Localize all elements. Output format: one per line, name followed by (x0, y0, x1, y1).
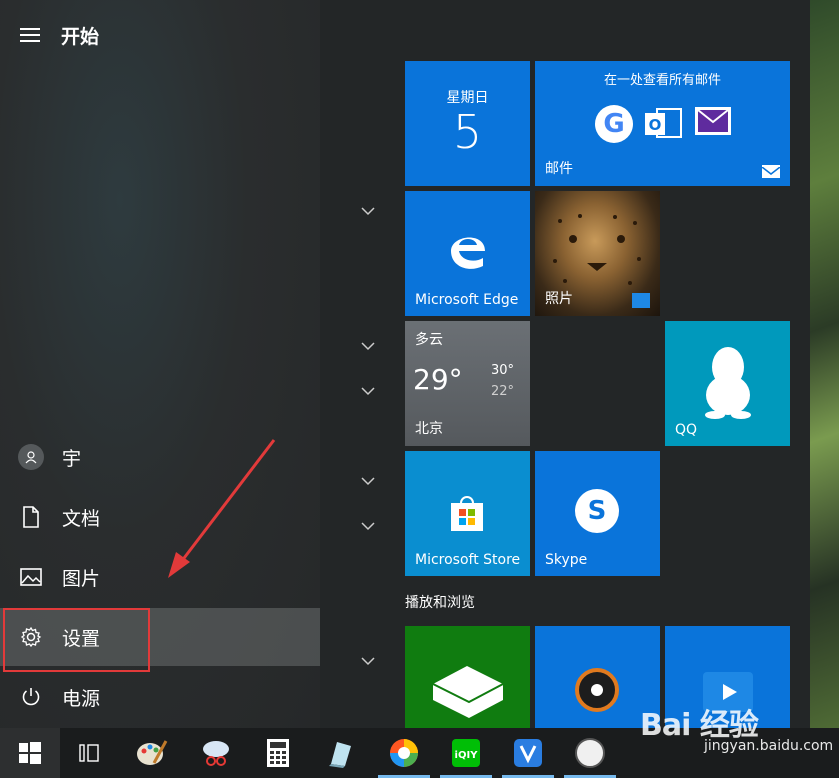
windows-logo-icon (19, 742, 41, 764)
yahoo-mail-icon (695, 107, 731, 135)
document-icon (0, 506, 62, 528)
tile-microsoft-edge[interactable]: Microsoft Edge (405, 191, 530, 316)
envelope-icon (761, 165, 781, 178)
weather-low: 22° (491, 384, 515, 399)
chevron-down-icon[interactable] (360, 206, 376, 216)
rail-item-pictures[interactable]: 图片 (0, 548, 320, 606)
svg-text:iQIY: iQIY (455, 750, 479, 761)
chevron-down-icon[interactable] (360, 521, 376, 531)
rail-item-label: 设置 (62, 627, 101, 650)
calendar-day: 5 (452, 105, 483, 159)
tile-label: Skype (545, 552, 588, 568)
chevron-down-icon[interactable] (360, 476, 376, 486)
store-bag-icon (447, 493, 487, 533)
movies-icon (703, 672, 753, 712)
tile-label: Microsoft Edge (415, 292, 519, 308)
rail-item-settings[interactable]: 设置 (0, 608, 320, 666)
svg-text:O: O (649, 116, 662, 134)
rail-item-power[interactable]: 电源 (0, 668, 320, 726)
gear-icon (0, 626, 62, 648)
tile-label: Microsoft Store (415, 552, 521, 568)
start-title: 开始 (61, 26, 100, 48)
paint-palette-icon (137, 740, 168, 765)
rail-item-user[interactable]: 宇 (0, 428, 320, 486)
tiles-area: 星期日 5 在一处查看所有邮件 G O 邮件 Microsoft Edge 照片 (320, 0, 810, 728)
tile-calendar[interactable]: 星期日 5 (405, 61, 530, 186)
desktop-wallpaper (810, 0, 839, 728)
hamburger-menu-icon[interactable] (20, 28, 40, 42)
notepad-icon (329, 742, 351, 768)
tile-label: 照片 (545, 291, 573, 307)
rail-item-label: 宇 (62, 447, 82, 470)
weather-high: 30° (491, 363, 515, 378)
taskbar-snipping[interactable] (186, 728, 246, 778)
taskbar-notepad[interactable] (310, 728, 370, 778)
iqiyi-icon: iQIY (452, 739, 480, 767)
tile-qq[interactable]: QQ (665, 321, 790, 446)
tile-movies-tv[interactable] (665, 626, 790, 728)
calendar-weekday: 星期日 (446, 90, 489, 106)
weather-condition: 多云 (415, 332, 443, 348)
tile-weather[interactable]: 多云 29° 30° 22° 北京 (405, 321, 530, 446)
tile-microsoft-store[interactable]: Microsoft Store (405, 451, 530, 576)
rail-item-label: 文档 (62, 507, 101, 530)
calculator-icon (267, 739, 289, 767)
tile-photos[interactable]: 照片 (535, 191, 660, 316)
edge-icon (445, 225, 491, 271)
mail-header: 在一处查看所有邮件 (603, 73, 721, 88)
taskbar: iQIY (0, 728, 839, 778)
snipping-tool-icon (203, 741, 229, 766)
user-avatar-icon (18, 444, 44, 470)
power-icon (0, 686, 62, 708)
windows-start-button[interactable] (0, 728, 60, 778)
rail-item-label: 电源 (62, 687, 101, 710)
vpn-v-icon (514, 739, 542, 767)
taskbar-iqiyi[interactable]: iQIY (436, 728, 496, 778)
tile-groove-music[interactable] (535, 626, 660, 728)
photos-small-icon (632, 293, 650, 308)
rail-item-documents[interactable]: 文档 (0, 488, 320, 546)
taskbar-photo-app[interactable] (374, 728, 434, 778)
xbox-console-icon (432, 666, 504, 718)
anime-avatar-icon (575, 738, 605, 768)
colorful-swirl-icon (390, 739, 418, 767)
tile-label: QQ (675, 422, 698, 438)
tile-mail[interactable]: 在一处查看所有邮件 G O 邮件 (535, 61, 790, 186)
task-view-icon (79, 744, 99, 762)
rail-item-label: 图片 (62, 567, 101, 590)
tile-skype[interactable]: S Skype (535, 451, 660, 576)
groove-disc-icon (575, 668, 619, 712)
mail-label: 邮件 (545, 161, 573, 177)
taskbar-paint[interactable] (122, 728, 182, 778)
picture-icon (0, 568, 62, 586)
chevron-down-icon[interactable] (360, 386, 376, 396)
weather-temp: 29° (413, 363, 463, 396)
start-menu-rail: 开始 宇 文档 图片 设置 电源 (0, 0, 320, 728)
chevron-down-icon[interactable] (360, 656, 376, 666)
group-label-play-browse: 播放和浏览 (405, 595, 475, 611)
tile-xbox[interactable] (405, 626, 530, 728)
weather-city: 北京 (415, 421, 443, 437)
taskbar-vpn-app[interactable] (498, 728, 558, 778)
skype-icon: S (575, 489, 619, 533)
taskbar-calculator[interactable] (248, 728, 308, 778)
google-icon: G (595, 105, 633, 143)
task-view-button[interactable] (60, 728, 120, 778)
qq-penguin-icon (703, 345, 753, 419)
taskbar-avatar-app[interactable] (560, 728, 620, 778)
chevron-down-icon[interactable] (360, 341, 376, 351)
outlook-icon: O (643, 103, 683, 143)
